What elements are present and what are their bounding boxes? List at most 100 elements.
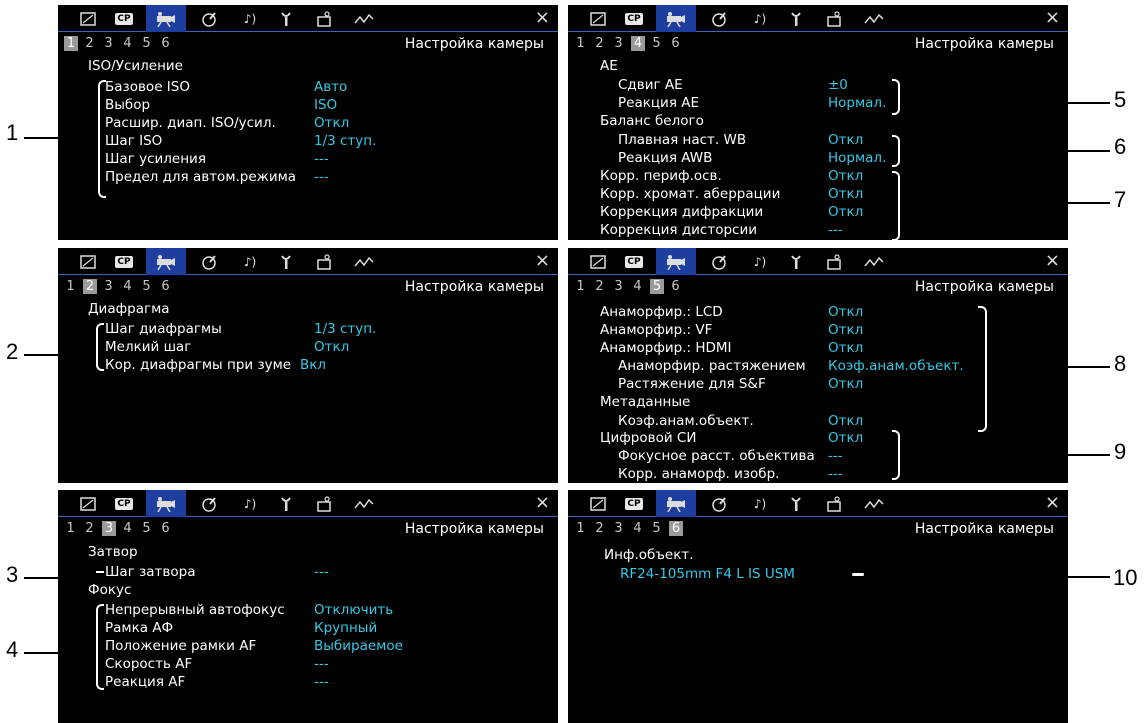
cp-icon[interactable]: CP	[104, 490, 144, 517]
page-4[interactable]: 4	[628, 521, 647, 536]
page-1[interactable]: 1	[571, 36, 590, 51]
camera-icon[interactable]	[146, 5, 186, 32]
page-1[interactable]: 1	[61, 521, 80, 536]
item-label: Анаморфир.: LCD	[600, 304, 723, 320]
page-5[interactable]: 5	[647, 521, 666, 536]
wrench-icon[interactable]	[776, 248, 816, 275]
image-icon[interactable]	[68, 5, 108, 32]
page-2[interactable]: 2	[590, 279, 609, 294]
cp-icon[interactable]: CP	[614, 248, 654, 275]
page-1-current[interactable]: 1	[64, 36, 78, 51]
my-menu-icon[interactable]	[815, 5, 855, 32]
wrench-icon[interactable]	[266, 248, 306, 275]
page-6[interactable]: 6	[156, 36, 175, 51]
page-6[interactable]: 6	[666, 279, 685, 294]
cp-icon[interactable]: CP	[614, 5, 654, 32]
item-label: Расшир. диап. ISO/усил.	[105, 115, 276, 131]
wrench-icon[interactable]	[776, 5, 816, 32]
page-3[interactable]: 3	[99, 279, 118, 294]
page-5[interactable]: 5	[137, 279, 156, 294]
audio-icon[interactable]: ♪)	[740, 248, 780, 275]
section-metadata: Метаданные	[600, 394, 691, 410]
page-2[interactable]: 2	[80, 36, 99, 51]
audio-icon[interactable]: ♪)	[230, 490, 270, 517]
page-4[interactable]: 4	[118, 36, 137, 51]
image-icon[interactable]	[68, 248, 108, 275]
brush-icon[interactable]	[699, 5, 739, 32]
page-1[interactable]: 1	[571, 279, 590, 294]
my-menu-icon[interactable]	[305, 248, 345, 275]
item-label: Кор. диафрагмы при зуме	[105, 357, 292, 373]
page-2-current[interactable]: 2	[83, 279, 97, 294]
page-1[interactable]: 1	[61, 279, 80, 294]
page-5[interactable]: 5	[647, 36, 666, 51]
callout-line-7	[1068, 202, 1110, 204]
page-5[interactable]: 5	[137, 36, 156, 51]
page-4-current[interactable]: 4	[631, 36, 645, 51]
camera-icon[interactable]	[656, 490, 696, 517]
item-value: ±0	[828, 77, 848, 93]
my-menu-icon[interactable]	[815, 490, 855, 517]
brush-icon[interactable]	[699, 248, 739, 275]
wrench-icon[interactable]	[266, 490, 306, 517]
item-value: 1/3 ступ.	[314, 321, 377, 337]
page-6[interactable]: 6	[156, 521, 175, 536]
lens-name[interactable]: RF24-105mm F4 L IS USM	[620, 565, 795, 583]
waveform-icon[interactable]	[854, 248, 894, 275]
page-2[interactable]: 2	[590, 36, 609, 51]
pointer-10	[852, 573, 864, 576]
page-5[interactable]: 5	[137, 521, 156, 536]
page-3[interactable]: 3	[609, 279, 628, 294]
camera-icon[interactable]	[146, 490, 186, 517]
my-menu-icon[interactable]	[815, 248, 855, 275]
audio-icon[interactable]: ♪)	[740, 490, 780, 517]
close-icon[interactable]: ×	[535, 250, 550, 272]
page-4[interactable]: 4	[118, 279, 137, 294]
close-icon[interactable]: ×	[535, 492, 550, 514]
close-icon[interactable]: ×	[1045, 7, 1060, 29]
image-icon[interactable]	[578, 5, 618, 32]
page-3[interactable]: 3	[609, 521, 628, 536]
my-menu-icon[interactable]	[305, 490, 345, 517]
close-icon[interactable]: ×	[535, 7, 550, 29]
page-6-current[interactable]: 6	[669, 521, 683, 536]
audio-icon[interactable]: ♪)	[740, 5, 780, 32]
page-4[interactable]: 4	[628, 279, 647, 294]
audio-icon[interactable]: ♪)	[230, 248, 270, 275]
audio-icon[interactable]: ♪)	[230, 5, 270, 32]
brush-icon[interactable]	[189, 248, 229, 275]
callout-line-5	[1068, 102, 1110, 104]
waveform-icon[interactable]	[344, 490, 384, 517]
camera-icon[interactable]	[146, 248, 186, 275]
image-icon[interactable]	[578, 248, 618, 275]
wrench-icon[interactable]	[266, 5, 306, 32]
page-6[interactable]: 6	[156, 279, 175, 294]
page-2[interactable]: 2	[590, 521, 609, 536]
image-icon[interactable]	[68, 490, 108, 517]
image-icon[interactable]	[578, 490, 618, 517]
camera-icon[interactable]	[656, 5, 696, 32]
waveform-icon[interactable]	[854, 5, 894, 32]
page-6[interactable]: 6	[666, 36, 685, 51]
page-3-current[interactable]: 3	[102, 521, 116, 536]
page-1[interactable]: 1	[571, 521, 590, 536]
cp-icon[interactable]: CP	[104, 5, 144, 32]
brush-icon[interactable]	[189, 5, 229, 32]
brush-icon[interactable]	[189, 490, 229, 517]
my-menu-icon[interactable]	[305, 5, 345, 32]
brush-icon[interactable]	[699, 490, 739, 517]
page-5-current[interactable]: 5	[650, 279, 664, 294]
close-icon[interactable]: ×	[1045, 250, 1060, 272]
page-3[interactable]: 3	[609, 36, 628, 51]
wrench-icon[interactable]	[776, 490, 816, 517]
camera-icon[interactable]	[656, 248, 696, 275]
waveform-icon[interactable]	[854, 490, 894, 517]
waveform-icon[interactable]	[344, 5, 384, 32]
cp-icon[interactable]: CP	[104, 248, 144, 275]
waveform-icon[interactable]	[344, 248, 384, 275]
page-3[interactable]: 3	[99, 36, 118, 51]
page-2[interactable]: 2	[80, 521, 99, 536]
page-4[interactable]: 4	[118, 521, 137, 536]
cp-icon[interactable]: CP	[614, 490, 654, 517]
close-icon[interactable]: ×	[1045, 492, 1060, 514]
